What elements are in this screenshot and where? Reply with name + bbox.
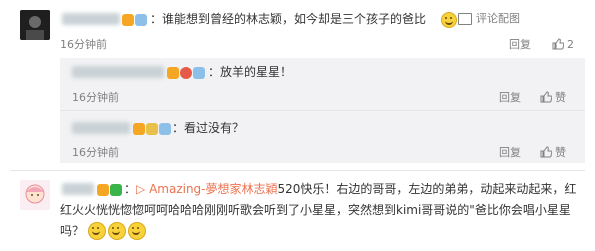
comment-image-link[interactable]: 评论配图: [476, 11, 520, 27]
like-thumb-icon[interactable]: [540, 91, 553, 106]
reply-username[interactable]: [72, 66, 164, 78]
club-badge-icon: [159, 122, 171, 135]
reply-badges: [166, 65, 205, 79]
reply-username[interactable]: [72, 122, 130, 134]
grin-emoji-icon: [88, 222, 106, 240]
reply-text: ：放羊的星星！: [208, 65, 293, 79]
image-icon[interactable]: [458, 13, 472, 25]
grin-emoji-icon: [128, 222, 146, 240]
reply-button[interactable]: 回复: [509, 37, 531, 53]
like-button[interactable]: 赞: [555, 90, 566, 106]
vip-badge-icon: [122, 13, 134, 26]
vip-badge-icon: [133, 122, 145, 135]
username[interactable]: [62, 13, 120, 25]
vip-badge-icon: [167, 66, 179, 79]
username[interactable]: [62, 183, 94, 195]
comment-text-line1: ：▷ Amazing-夢想家林志穎520快乐！右边的哥哥，左边的弟弟，动起来动起…: [124, 182, 577, 196]
emoji-group: [86, 222, 146, 240]
like-button[interactable]: 赞: [555, 145, 566, 161]
vip-badge-icon: [97, 183, 109, 196]
like-thumb-icon[interactable]: [540, 146, 553, 161]
avatar-image: [20, 10, 50, 40]
gold-badge-icon: [146, 122, 158, 135]
reply-timestamp: 16分钟前: [72, 146, 119, 159]
avatar-image: [20, 180, 50, 210]
user-link[interactable]: ▷ Amazing-夢想家林志穎: [136, 182, 278, 196]
club-badge-icon: [135, 13, 147, 26]
club-badge-icon: [193, 66, 205, 79]
reply-reply-button[interactable]: 回复: [499, 145, 521, 161]
reply-reply-button[interactable]: 回复: [499, 90, 521, 106]
red-badge-icon: [180, 66, 192, 79]
comment-text-line2: 红火火恍恍惚惚呵呵哈哈哈刚刚听歌会听到了小星星，突然想到kimi哥哥说的"爸比你…: [60, 203, 571, 217]
grin-emoji-icon: [108, 222, 126, 240]
divider: [10, 170, 585, 171]
green-badge-icon: [110, 183, 122, 196]
user-badges: [121, 12, 147, 26]
reply-text: ：看过没有？: [172, 121, 245, 135]
avatar[interactable]: [20, 10, 50, 40]
user-badges: [96, 182, 122, 196]
like-count: 2: [567, 38, 574, 51]
comment-text: ：谁能想到曾经的林志颖，如今却是三个孩子的爸比: [150, 12, 427, 26]
like-thumb-icon[interactable]: [552, 38, 565, 53]
comment-text-line3: 吗？: [60, 224, 85, 238]
reply-badges: [132, 121, 171, 135]
laugh-emoji-icon: [441, 12, 457, 28]
reply-timestamp: 16分钟前: [72, 91, 119, 104]
avatar[interactable]: [20, 180, 50, 210]
timestamp: 16分钟前: [60, 38, 107, 51]
